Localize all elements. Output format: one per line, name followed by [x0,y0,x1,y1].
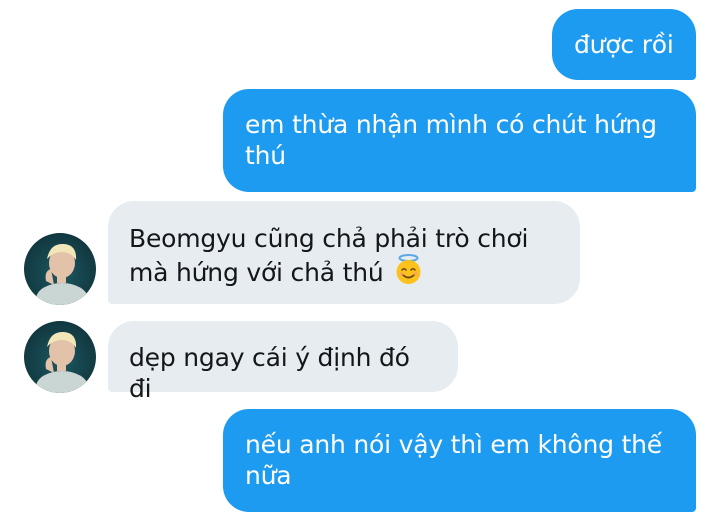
message-text: được rồi [574,30,674,59]
message-bubble-outgoing[interactable]: em thừa nhận mình có chút hứng thú [223,89,696,192]
message-text: dẹp ngay cái ý định đó đi [129,343,410,403]
message-text: Beomgyu cũng chả phải trò chơi mà hứng v… [129,224,529,287]
avatar-photo [36,243,88,305]
message-text: nếu anh nói vậy thì em không thế nữa [245,430,662,490]
avatar-photo [36,331,88,393]
message-bubble-outgoing[interactable]: nếu anh nói vậy thì em không thế nữa [223,409,696,512]
message-bubble-outgoing[interactable]: được rồi [552,9,696,80]
contact-avatar[interactable] [24,321,96,393]
smiling-face-with-halo-icon [393,254,424,292]
message-bubble-incoming[interactable]: dẹp ngay cái ý định đó đi [108,321,458,403]
message-text: em thừa nhận mình có chút hứng thú [245,110,657,170]
message-bubble-incoming[interactable]: Beomgyu cũng chả phải trò chơi mà hứng v… [108,201,580,304]
contact-avatar[interactable] [24,233,96,305]
